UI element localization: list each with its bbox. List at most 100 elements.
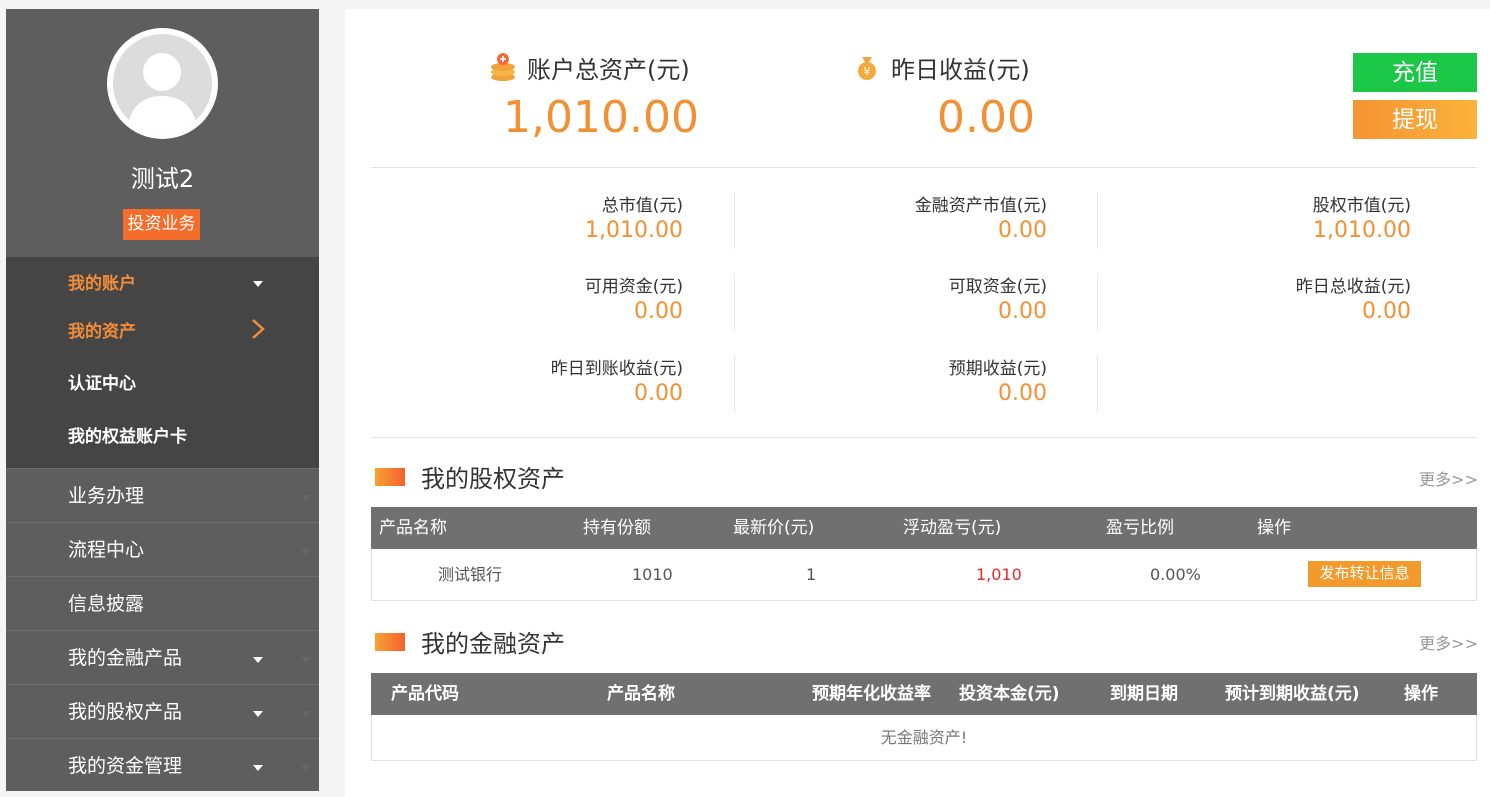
divider	[371, 167, 1477, 168]
submenu-equity-card[interactable]: 我的权益账户卡	[68, 422, 187, 452]
yesterday-income-label: 昨日收益(元)	[891, 55, 1030, 84]
section-marker-icon	[375, 467, 405, 486]
equity-more-link[interactable]: 更多>>	[1419, 466, 1478, 490]
yesterday-income-value: 0.00	[937, 92, 1035, 143]
main-panel: 账户总资产(元) 1,010.00 ¥ 昨日收益(元) 0.00 充值 提现 总…	[345, 9, 1490, 797]
role-badge[interactable]: 投资业务	[123, 209, 200, 240]
caret-down-icon	[301, 765, 311, 771]
nav-label: 业务办理	[68, 485, 145, 507]
stat-label: 可取资金(元)	[948, 277, 1047, 297]
stat-label: 昨日到账收益(元)	[550, 359, 683, 379]
section-title-text: 我的金融资产	[421, 630, 565, 658]
column-header: 浮动盈亏(元)	[903, 518, 1002, 538]
divider	[1097, 273, 1098, 331]
equity-section-title: 我的股权资产	[375, 459, 565, 494]
finance-more-link[interactable]: 更多>>	[1419, 630, 1478, 654]
coin-stack-icon	[491, 53, 515, 81]
empty-message: 无金融资产!	[371, 715, 1477, 761]
nav-equity-products[interactable]: 我的股权产品	[6, 684, 319, 738]
column-header: 预期年化收益率	[812, 684, 931, 704]
column-header: 操作	[1404, 684, 1438, 704]
caret-down-icon	[253, 765, 263, 771]
table-header: 产品名称 持有份额 最新价(元) 浮动盈亏(元) 盈亏比例 操作	[371, 507, 1477, 549]
total-assets-label: 账户总资产(元)	[527, 55, 690, 84]
stat-yesterday-total-income: 昨日总收益(元) 0.00	[1211, 276, 1411, 326]
cell-product-name: 测试银行	[438, 565, 503, 584]
stat-finance-market-value: 金融资产市值(元) 0.00	[847, 195, 1047, 245]
column-header: 盈亏比例	[1106, 518, 1174, 538]
username: 测试2	[130, 165, 195, 193]
total-assets-block: 账户总资产(元) 1,010.00	[489, 47, 699, 143]
column-header: 预计到期收益(元)	[1225, 684, 1360, 704]
nav-label: 信息披露	[68, 593, 145, 615]
nav-finance-products[interactable]: 我的金融产品	[6, 630, 319, 684]
column-header: 最新价(元)	[733, 518, 815, 538]
caret-down-icon	[253, 711, 263, 717]
stat-label: 昨日总收益(元)	[1295, 277, 1411, 297]
cell-floating-pnl: 1,010	[976, 565, 1022, 584]
yesterday-income-label-row: ¥ 昨日收益(元)	[853, 47, 1035, 87]
caret-down-icon[interactable]	[253, 281, 263, 287]
nav-business[interactable]: 业务办理	[6, 468, 319, 522]
total-assets-label-row: 账户总资产(元)	[489, 47, 699, 87]
column-header: 产品代码	[391, 684, 459, 704]
total-assets-value: 1,010.00	[503, 92, 699, 143]
profile-panel: 测试2 投资业务	[6, 9, 319, 257]
avatar[interactable]	[107, 28, 218, 139]
caret-down-icon	[253, 657, 263, 663]
divider	[1097, 192, 1098, 249]
divider	[734, 355, 735, 412]
section-title-text: 我的股权资产	[421, 465, 565, 493]
column-header: 投资本金(元)	[959, 684, 1060, 704]
stat-label: 预期收益(元)	[948, 359, 1047, 379]
stat-value: 0.00	[634, 381, 683, 406]
nav-label: 我的股权产品	[68, 701, 183, 723]
stat-value: 1,010.00	[585, 218, 683, 243]
finance-section-title: 我的金融资产	[375, 624, 565, 659]
divider	[1097, 355, 1098, 412]
stat-label: 股权市值(元)	[1312, 196, 1411, 216]
nav-label: 我的资金管理	[68, 755, 183, 777]
stat-available-funds: 可用资金(元) 0.00	[485, 276, 683, 326]
equity-table: 产品名称 持有份额 最新价(元) 浮动盈亏(元) 盈亏比例 操作 测试银行 10…	[371, 507, 1477, 601]
charge-button[interactable]: 充值	[1353, 53, 1477, 92]
stat-value: 0.00	[998, 381, 1047, 406]
stat-label: 可用资金(元)	[584, 277, 683, 297]
caret-down-icon	[301, 711, 311, 717]
column-header: 产品名称	[379, 518, 447, 538]
submenu-my-account[interactable]: 我的账户	[68, 269, 136, 299]
caret-down-icon	[301, 657, 311, 663]
section-marker-icon	[375, 632, 405, 651]
publish-transfer-button[interactable]: 发布转让信息	[1308, 561, 1421, 587]
stat-withdrawable-funds: 可取资金(元) 0.00	[847, 276, 1047, 326]
caret-down-icon	[301, 549, 311, 555]
submenu-my-assets[interactable]: 我的资产	[68, 317, 136, 347]
stat-value: 1,010.00	[1313, 218, 1411, 243]
nav-disclosure[interactable]: 信息披露	[6, 576, 319, 630]
account-submenu: 我的账户 我的资产 认证中心 我的权益账户卡	[6, 257, 319, 468]
submenu-certification[interactable]: 认证中心	[68, 369, 136, 399]
caret-down-icon	[301, 495, 311, 501]
cell-pnl-ratio: 0.00%	[1150, 565, 1201, 584]
nav-fund-management[interactable]: 我的资金管理	[6, 738, 319, 792]
stat-label: 总市值(元)	[601, 196, 683, 216]
svg-text:¥: ¥	[864, 65, 871, 78]
divider	[734, 273, 735, 331]
yesterday-income-block: ¥ 昨日收益(元) 0.00	[853, 47, 1035, 143]
column-header: 操作	[1257, 518, 1291, 538]
table-header: 产品代码 产品名称 预期年化收益率 投资本金(元) 到期日期 预计到期收益(元)…	[371, 673, 1477, 715]
nav-label: 我的金融产品	[68, 647, 183, 669]
column-header: 产品名称	[607, 684, 675, 704]
finance-table: 产品代码 产品名称 预期年化收益率 投资本金(元) 到期日期 预计到期收益(元)…	[371, 673, 1477, 761]
stat-label: 金融资产市值(元)	[914, 196, 1047, 216]
chevron-right-icon	[252, 319, 265, 339]
withdraw-button[interactable]: 提现	[1353, 100, 1477, 139]
divider	[371, 437, 1477, 438]
table-row: 测试银行 1010 1 1,010 0.00% 发布转让信息	[371, 549, 1477, 601]
stat-expected-income: 预期收益(元) 0.00	[847, 358, 1047, 408]
user-silhouette-icon	[113, 34, 212, 133]
stat-value: 0.00	[998, 218, 1047, 243]
stat-total-market-value: 总市值(元) 1,010.00	[485, 195, 683, 245]
nav-process-center[interactable]: 流程中心	[6, 522, 319, 576]
nav-label: 流程中心	[68, 539, 145, 561]
